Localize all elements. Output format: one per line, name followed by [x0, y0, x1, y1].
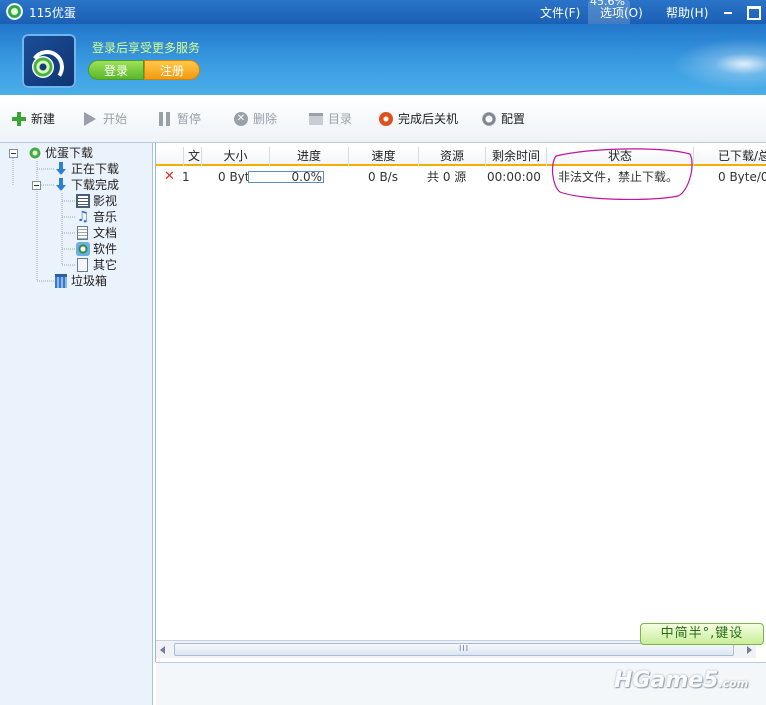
hand-drawn-circle-annotation	[551, 148, 693, 200]
scroll-left-arrow-icon[interactable]	[160, 646, 165, 654]
account-banner: 登录后享受更多服务 登录 注册	[0, 24, 766, 95]
scroll-right-arrow-icon[interactable]	[747, 646, 752, 654]
column-header-name[interactable]: 文	[183, 147, 202, 166]
download-complete-icon	[54, 178, 68, 192]
row-index: 1	[182, 170, 190, 184]
collapse-completed-toggle[interactable]	[32, 181, 41, 190]
column-header-speed[interactable]: 速度	[349, 147, 419, 166]
minimize-button[interactable]	[720, 3, 736, 19]
download-list: 文 大小 进度 速度 资源 剩余时间 状态 已下载/总 ✕ 1 0 Byte 0…	[155, 143, 766, 662]
music-note-icon: ♫	[76, 209, 90, 225]
column-header-downloaded[interactable]: 已下载/总	[694, 147, 766, 166]
software-disc-icon	[76, 242, 90, 256]
progress-text: 0.0%	[291, 170, 323, 184]
brand-logo-icon	[22, 34, 76, 88]
row-speed: 0 B/s	[368, 170, 398, 184]
login-button[interactable]: 登录	[88, 60, 144, 80]
play-icon	[84, 112, 96, 126]
toolbar: 新建 开始 暂停 ✕ 删除 目录 完成后关机 配置	[0, 95, 766, 143]
menu-help[interactable]: 帮助(H)	[666, 4, 708, 21]
row-sources: 共 0 源	[427, 170, 467, 184]
menu-options[interactable]: 选项(O)	[600, 4, 643, 21]
column-header-remaining[interactable]: 剩余时间	[486, 147, 547, 166]
site-watermark: HGame5.com	[614, 668, 749, 693]
sidebar-tree: 优蛋下载 正在下载 下载完成 影视 ♫ 音乐 文档 软件 其它 垃圾箱	[0, 143, 153, 705]
trash-icon	[55, 274, 67, 288]
gear-icon	[482, 112, 496, 126]
maximize-button[interactable]	[744, 3, 761, 20]
app-title: 115优蛋	[29, 6, 76, 20]
folder-icon	[309, 113, 323, 125]
column-header-progress[interactable]: 进度	[270, 147, 349, 166]
column-header-sources[interactable]: 资源	[419, 147, 486, 166]
column-header-size[interactable]: 大小	[202, 147, 270, 166]
file-icon	[77, 258, 88, 272]
app-logo-icon	[6, 3, 23, 20]
row-remaining: 00:00:00	[487, 170, 541, 184]
document-icon	[77, 226, 88, 240]
row-downloaded: 0 Byte/0	[718, 170, 766, 184]
banner-light-flare	[660, 34, 766, 94]
delete-icon: ✕	[234, 112, 248, 126]
pause-icon	[158, 112, 172, 126]
plus-icon	[12, 112, 26, 126]
row-progress: 0.0%	[248, 168, 326, 186]
register-button[interactable]: 注册	[144, 60, 200, 80]
egg-logo-icon	[28, 146, 42, 160]
error-x-icon: ✕	[164, 169, 175, 184]
download-arrow-icon	[54, 162, 68, 176]
title-bar: 115优蛋 45.6% 文件(F) 选项(O) 帮助(H)	[0, 0, 766, 36]
power-icon	[379, 112, 393, 126]
ime-status-bar[interactable]: 中简半°,键设	[640, 623, 764, 645]
scrollbar-grip: III	[459, 644, 470, 653]
menu-file[interactable]: 文件(F)	[540, 4, 580, 21]
film-icon	[76, 194, 90, 208]
login-promo-text: 登录后享受更多服务	[92, 41, 201, 55]
collapse-root-toggle[interactable]	[9, 149, 18, 158]
